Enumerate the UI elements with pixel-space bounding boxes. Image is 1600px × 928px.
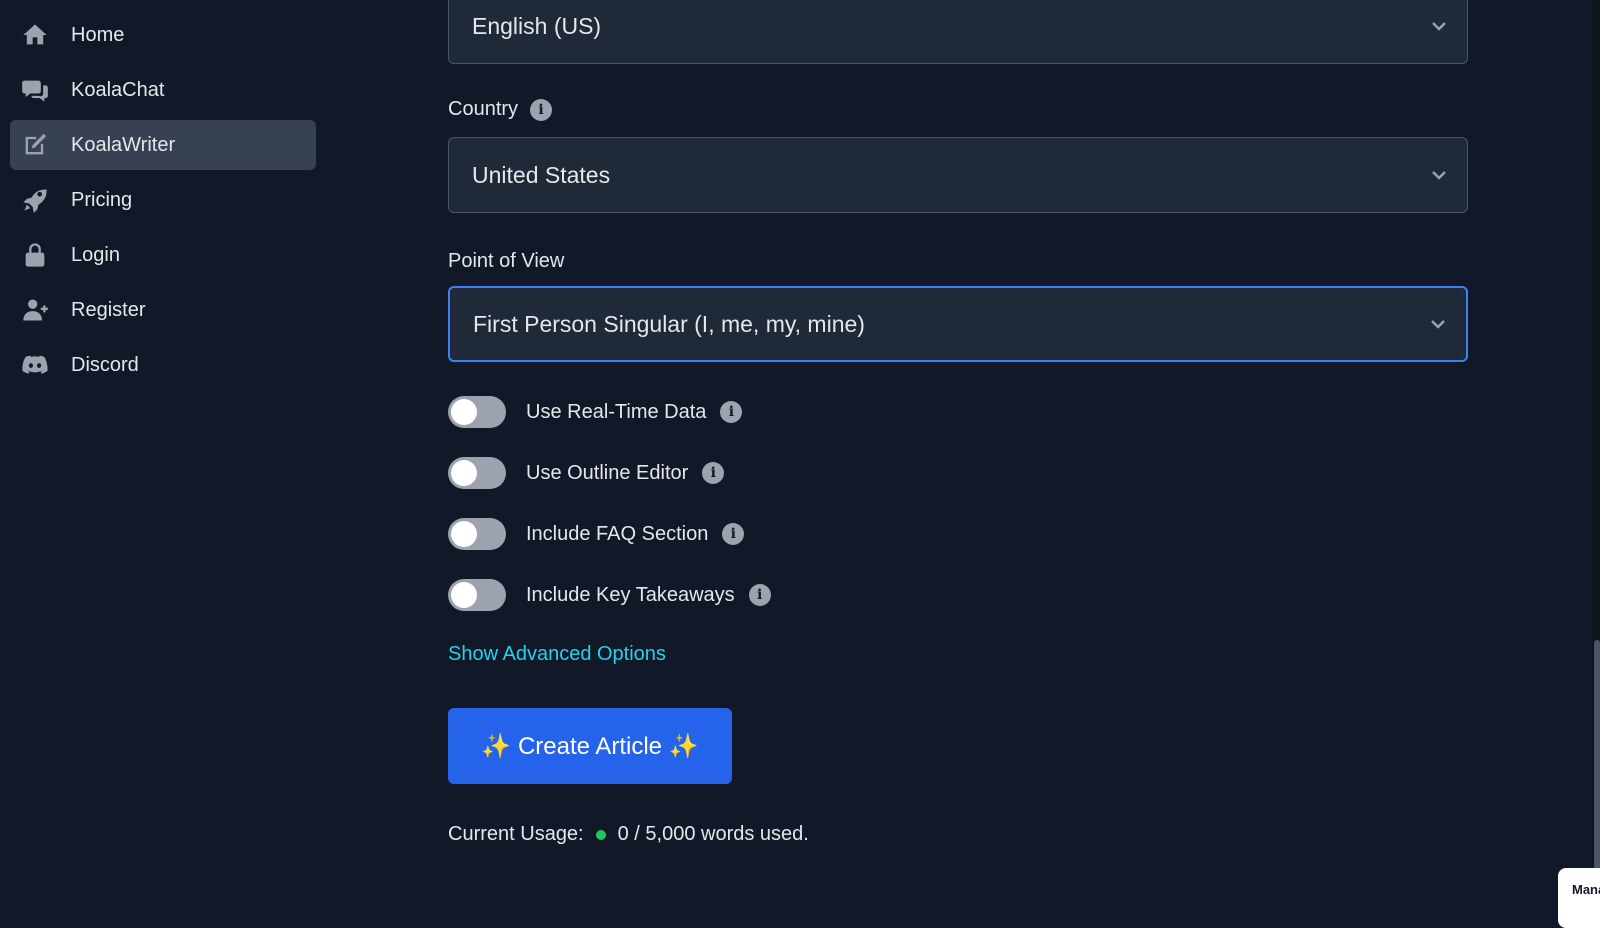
info-icon[interactable]: i [722, 523, 745, 545]
toggle-row-faq-section: Include FAQ Section i [448, 518, 745, 550]
current-usage: Current Usage: 0 / 5,000 words used. [448, 823, 809, 846]
corner-popup[interactable]: Mana [1558, 868, 1600, 928]
language-select[interactable]: English (US) [448, 0, 1468, 64]
chevron-down-icon [1428, 314, 1448, 334]
point-of-view-select-value: First Person Singular (I, me, my, mine) [473, 310, 865, 337]
point-of-view-select[interactable]: First Person Singular (I, me, my, mine) [448, 286, 1468, 362]
popup-text: Mana [1572, 882, 1600, 897]
country-select[interactable]: United States [448, 137, 1468, 213]
sidebar-item-register[interactable]: Register [10, 285, 316, 335]
show-advanced-options-link[interactable]: Show Advanced Options [448, 643, 666, 666]
toggle-knob [451, 399, 477, 425]
sidebar-item-label: Pricing [71, 188, 133, 211]
info-icon[interactable]: i [530, 98, 553, 121]
country-label: Country i [448, 98, 553, 121]
point-of-view-label-text: Point of View [448, 250, 565, 272]
country-select-value: United States [472, 161, 611, 188]
chevron-down-icon [1429, 16, 1449, 36]
point-of-view-label: Point of View [448, 250, 564, 273]
sidebar-item-koalawriter[interactable]: KoalaWriter [10, 120, 316, 170]
user-plus-icon [20, 295, 50, 325]
chat-icon [20, 75, 50, 105]
sidebar: Home KoalaChat KoalaWriter Pricing Login… [0, 0, 330, 910]
scrollbar[interactable] [1592, 0, 1600, 910]
info-icon[interactable]: i [702, 462, 725, 484]
lock-icon [20, 240, 50, 270]
sidebar-item-label: Discord [71, 353, 139, 376]
toggle-label: Include FAQ Section [526, 522, 709, 545]
country-label-text: Country [448, 98, 519, 120]
info-icon[interactable]: i [720, 401, 743, 423]
toggle-row-real-time-data: Use Real-Time Data i [448, 396, 743, 428]
chevron-down-icon [1429, 165, 1449, 185]
sidebar-item-label: Register [71, 298, 146, 321]
discord-icon [20, 350, 50, 380]
sidebar-item-label: KoalaChat [71, 78, 165, 101]
toggle-label: Use Outline Editor [526, 461, 689, 484]
toggle-knob [451, 521, 477, 547]
toggle-knob [451, 582, 477, 608]
sidebar-item-label: Login [71, 243, 120, 266]
toggle-row-outline-editor: Use Outline Editor i [448, 457, 725, 489]
toggle-knob [451, 460, 477, 486]
usage-label: Current Usage: [448, 823, 584, 845]
info-icon[interactable]: i [748, 584, 771, 606]
key-takeaways-toggle[interactable] [448, 579, 506, 611]
sidebar-item-home[interactable]: Home [10, 10, 316, 60]
sidebar-item-label: KoalaWriter [71, 133, 176, 156]
toggle-label: Include Key Takeaways [526, 583, 735, 606]
rocket-icon [20, 185, 50, 215]
home-icon [20, 20, 50, 50]
language-select-value: English (US) [472, 12, 602, 39]
sidebar-item-koalachat[interactable]: KoalaChat [10, 65, 316, 115]
toggle-label: Use Real-Time Data [526, 400, 707, 423]
status-dot [595, 829, 606, 840]
usage-text: 0 / 5,000 words used. [617, 823, 809, 845]
real-time-data-toggle[interactable] [448, 396, 506, 428]
create-article-button[interactable]: ✨ Create Article ✨ [448, 708, 732, 784]
toggle-row-key-takeaways: Include Key Takeaways i [448, 579, 771, 611]
sidebar-item-login[interactable]: Login [10, 230, 316, 280]
faq-section-toggle[interactable] [448, 518, 506, 550]
sidebar-item-pricing[interactable]: Pricing [10, 175, 316, 225]
edit-icon [20, 130, 50, 160]
sidebar-item-discord[interactable]: Discord [10, 340, 316, 390]
outline-editor-toggle[interactable] [448, 457, 506, 489]
sidebar-item-label: Home [71, 23, 125, 46]
